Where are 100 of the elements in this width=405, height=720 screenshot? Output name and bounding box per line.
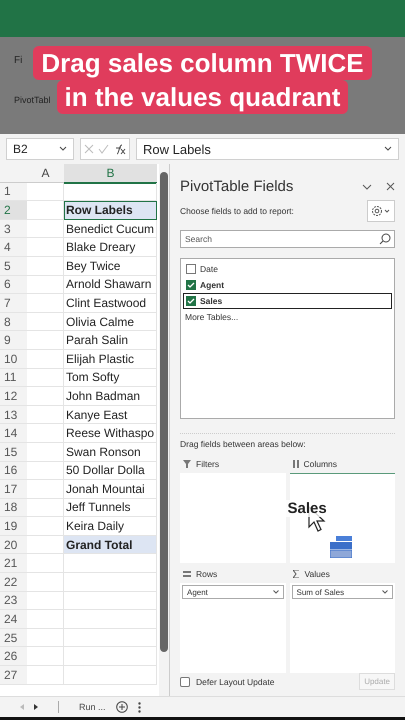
row-header[interactable]: 2 (0, 201, 27, 220)
add-sheet-icon[interactable] (116, 701, 128, 713)
name-box[interactable]: B2 (6, 138, 74, 160)
more-tables-link[interactable]: More Tables... (185, 312, 238, 322)
table-cell: Benedict Cucum (64, 220, 157, 238)
grid-cell (27, 424, 64, 443)
fx-icons (83, 143, 127, 155)
drop-area[interactable]: Agent (180, 583, 286, 673)
table-cell: Blake Dreary (64, 238, 157, 257)
pivottable-button[interactable]: PivotTabl (14, 95, 51, 105)
field-item[interactable]: Date (183, 261, 392, 277)
row-header[interactable]: 22 (0, 573, 27, 592)
row-header[interactable]: 3 (0, 220, 27, 238)
row-header[interactable]: 17 (0, 480, 27, 499)
close-icon[interactable] (386, 182, 395, 191)
table-cell: Clint Eastwood (64, 294, 157, 313)
grid-cell (27, 592, 64, 610)
chevron-icon[interactable] (362, 184, 372, 190)
drag-ghost-text: Sales (286, 500, 329, 517)
sheet-tab[interactable]: Run ... (79, 702, 106, 712)
table-cell: Elijah Plastic (64, 350, 157, 369)
row-header[interactable]: 23 (0, 592, 27, 610)
grid-cell (27, 182, 64, 202)
table-cell: 50 Dollar Dolla (64, 462, 157, 480)
formula-field[interactable]: Row Labels (136, 138, 399, 160)
row-header[interactable]: 7 (0, 294, 27, 313)
caption-text: in the values quadrant (56, 80, 348, 114)
grid-cell (27, 238, 64, 257)
row-header[interactable]: 21 (0, 554, 27, 574)
checkbox[interactable] (180, 676, 190, 686)
grid-cell (27, 480, 64, 499)
search-field[interactable]: Search (180, 230, 395, 248)
row-header[interactable]: 16 (0, 462, 27, 480)
row-header[interactable]: 9 (0, 331, 27, 350)
chevron-icon (59, 146, 67, 152)
grid-cell (27, 647, 64, 666)
grid-cell (27, 573, 64, 592)
row-header[interactable]: 5 (0, 256, 27, 276)
table-cell: Reese Withaspo (64, 424, 157, 443)
filter-icon (183, 460, 191, 468)
row-header[interactable]: 12 (0, 387, 27, 406)
table-cell: Tom Softy (64, 368, 157, 388)
settings-button[interactable] (367, 200, 395, 222)
table-cell: Kanye East (64, 406, 157, 424)
scroll-right-icon[interactable] (34, 704, 38, 710)
row-header[interactable]: 8 (0, 312, 27, 332)
area-label: Columns (304, 459, 338, 469)
grid-cell (27, 331, 64, 350)
row-header[interactable]: 25 (0, 628, 27, 648)
grid-cell (27, 462, 64, 480)
field-item[interactable]: Sales (183, 293, 392, 309)
scrollbar[interactable] (159, 164, 169, 696)
grid-cell (27, 628, 64, 648)
grid-cell (27, 276, 64, 294)
drag-field-icon (330, 536, 352, 558)
row-header[interactable]: 27 (0, 666, 27, 685)
row-header[interactable]: 20 (0, 536, 27, 554)
row-header[interactable]: 15 (0, 442, 27, 462)
panel-subtitle: Choose fields to add to report: (180, 206, 294, 216)
grid-cell (27, 517, 64, 536)
checkbox[interactable] (186, 280, 196, 290)
sigma-icon (292, 570, 300, 578)
grid-cell (27, 368, 64, 388)
drop-area[interactable]: Sum of Sales (290, 583, 395, 673)
row-header[interactable]: 6 (0, 276, 27, 294)
table-cell: Row Labels (64, 201, 157, 220)
area-field-dropdown[interactable]: Sum of Sales (292, 585, 393, 599)
row-header[interactable]: 10 (0, 350, 27, 369)
row-header[interactable]: 19 (0, 517, 27, 536)
table-cell: John Badman (64, 387, 157, 406)
grid-cell (27, 387, 64, 406)
caption-text: Drag sales column TWICE (33, 46, 372, 80)
table-cell: Arnold Shawarn (64, 276, 157, 294)
row-header[interactable]: 13 (0, 406, 27, 424)
area-label: Filters (196, 459, 220, 469)
row-header[interactable]: 18 (0, 498, 27, 518)
row-header[interactable]: 26 (0, 647, 27, 666)
column-header[interactable]: A (27, 164, 64, 183)
table-cell: Grand Total (64, 536, 157, 554)
table-cell: Olivia Calme (64, 312, 157, 332)
areas-hint: Drag fields between areas below: (180, 433, 395, 449)
settings-icon (371, 205, 391, 217)
table-cell: Jeff Tunnels (64, 498, 157, 518)
checkbox[interactable] (186, 296, 196, 306)
area-field-dropdown[interactable]: Agent (182, 585, 284, 599)
row-header[interactable]: 24 (0, 610, 27, 629)
row-header[interactable]: 11 (0, 368, 27, 388)
row-header[interactable]: 1 (0, 182, 27, 202)
table-cell: Swan Ronson (64, 442, 157, 462)
checkbox[interactable] (186, 264, 196, 274)
ribbon-tab[interactable]: Fi (14, 55, 22, 66)
row-header[interactable]: 4 (0, 238, 27, 257)
grid-cell (27, 442, 64, 462)
column-header[interactable]: B (64, 164, 157, 184)
table-cell: Bey Twice (64, 256, 157, 276)
checkbox-label: Defer Layout Update (196, 676, 276, 686)
more-icon[interactable] (138, 702, 141, 712)
row-header[interactable]: 14 (0, 424, 27, 443)
field-item[interactable]: Agent (183, 277, 392, 293)
formula-buttons[interactable] (80, 138, 130, 160)
